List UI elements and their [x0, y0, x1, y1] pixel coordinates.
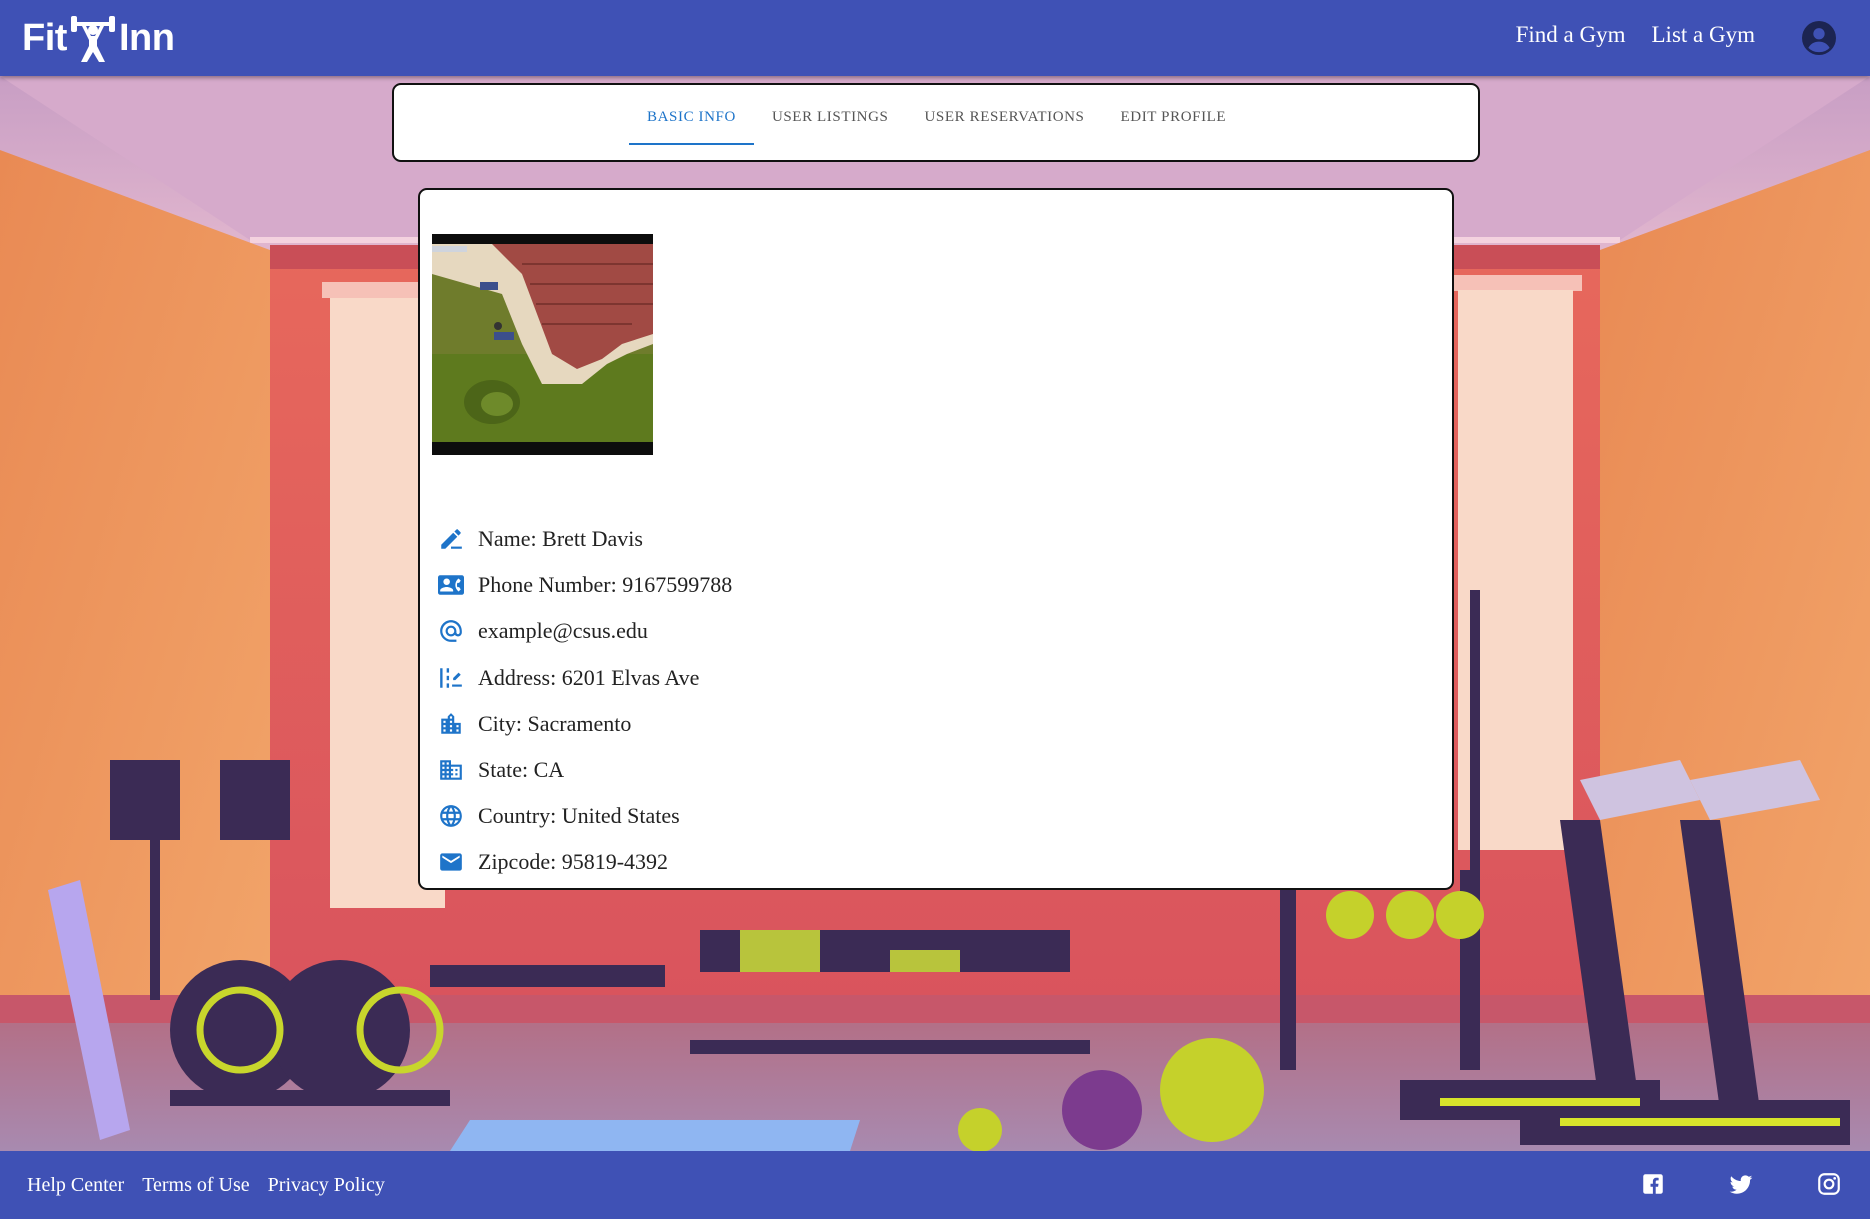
header-nav: Find a Gym List a Gym [1516, 22, 1755, 48]
account-circle-icon[interactable] [1802, 21, 1836, 55]
instagram-icon[interactable] [1816, 1171, 1842, 1197]
logo-text-left: Fit [22, 16, 67, 59]
mail-icon [438, 849, 464, 875]
footer-links: Help Center Terms of Use Privacy Policy [27, 1174, 385, 1197]
contact-card-icon [438, 572, 464, 598]
address-icon [438, 665, 464, 691]
info-row-city: City: Sacramento [438, 701, 732, 747]
info-row-email: example@csus.edu [438, 608, 732, 654]
footer-link-privacy-policy[interactable]: Privacy Policy [268, 1174, 385, 1197]
profile-photo [432, 234, 653, 455]
info-address-text: Address: 6201 Elvas Ave [478, 664, 700, 690]
basic-info-list: Name: Brett Davis Phone Number: 91675997… [438, 516, 732, 886]
info-row-name: Name: Brett Davis [438, 516, 732, 562]
twitter-icon[interactable] [1728, 1171, 1754, 1197]
info-row-phone: Phone Number: 9167599788 [438, 562, 732, 608]
tab-user-listings[interactable]: USER LISTINGS [754, 99, 907, 145]
info-zipcode-text: Zipcode: 95819-4392 [478, 849, 669, 875]
info-row-address: Address: 6201 Elvas Ave [438, 655, 732, 701]
logo-text-right: Inn [118, 16, 175, 59]
edit-pen-icon [438, 526, 464, 552]
globe-icon [438, 803, 464, 829]
profile-tabs: BASIC INFO USER LISTINGS USER RESERVATIO… [629, 99, 1244, 145]
top-navigation-bar: Fit Inn Find a Gym List a Gym [0, 0, 1870, 76]
nav-list-a-gym[interactable]: List a Gym [1652, 22, 1756, 48]
city-buildings-icon [438, 711, 464, 737]
profile-tabs-card: BASIC INFO USER LISTINGS USER RESERVATIO… [392, 83, 1480, 162]
footer-link-help-center[interactable]: Help Center [27, 1174, 124, 1197]
info-email-text: example@csus.edu [478, 618, 648, 644]
weightlifter-logo-icon [70, 16, 115, 62]
footer-link-terms-of-use[interactable]: Terms of Use [142, 1174, 249, 1197]
tab-basic-info[interactable]: BASIC INFO [629, 99, 754, 145]
tab-user-reservations[interactable]: USER RESERVATIONS [907, 99, 1103, 145]
at-sign-icon [438, 618, 464, 644]
state-building-icon [438, 757, 464, 783]
info-country-text: Country: United States [478, 803, 680, 829]
nav-find-a-gym[interactable]: Find a Gym [1516, 22, 1626, 48]
info-city-text: City: Sacramento [478, 710, 632, 736]
fitinn-logo[interactable]: Fit Inn [22, 12, 175, 64]
facebook-icon[interactable] [1640, 1171, 1666, 1197]
info-row-country: Country: United States [438, 793, 732, 839]
info-row-zipcode: Zipcode: 95819-4392 [438, 839, 732, 885]
info-state-text: State: CA [478, 757, 565, 783]
info-row-state: State: CA [438, 747, 732, 793]
tab-edit-profile[interactable]: EDIT PROFILE [1103, 99, 1245, 145]
info-name-text: Name: Brett Davis [478, 526, 643, 552]
basic-info-card: Name: Brett Davis Phone Number: 91675997… [418, 188, 1454, 890]
info-phone-text: Phone Number: 9167599788 [478, 572, 733, 598]
footer-bar: Help Center Terms of Use Privacy Policy [0, 1151, 1870, 1219]
